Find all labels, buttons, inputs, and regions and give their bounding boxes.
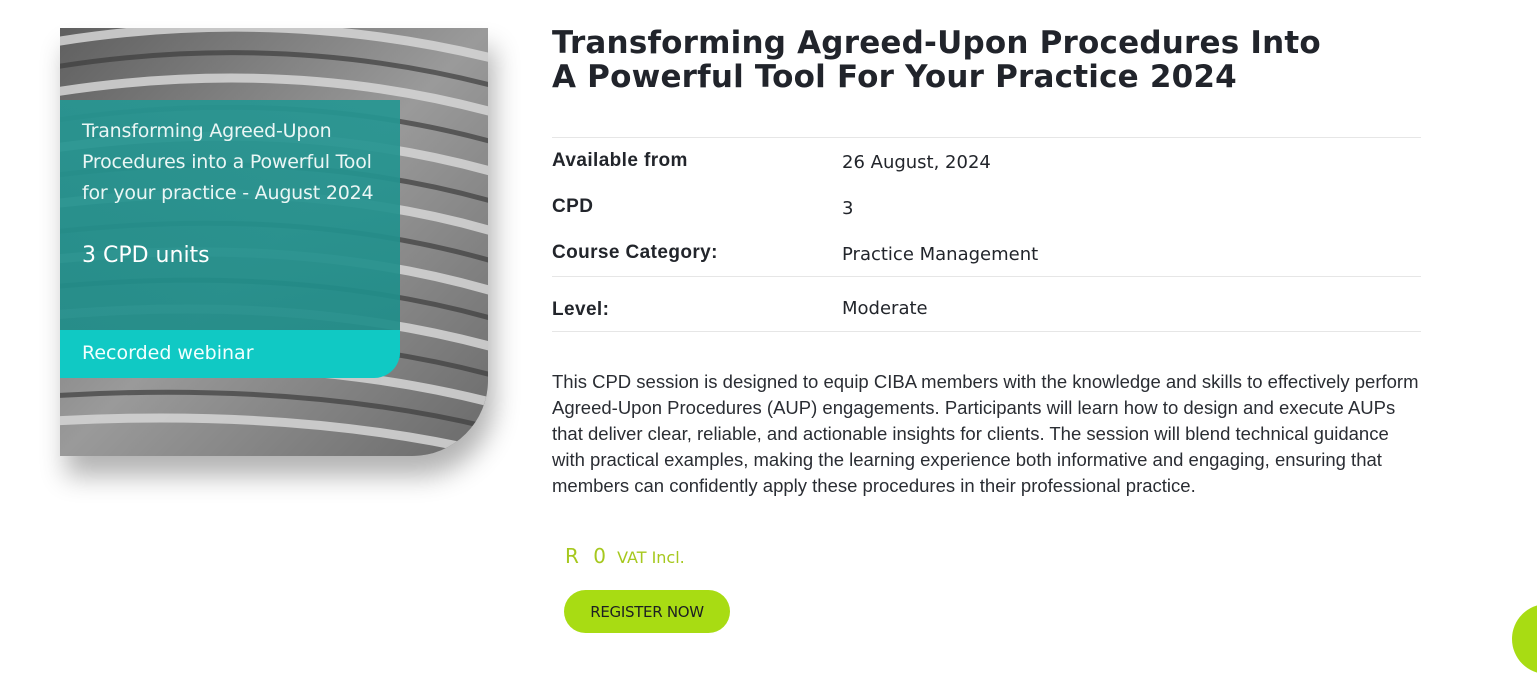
course-price: R 0 VAT Incl. [565, 544, 685, 568]
detail-row-cpd: CPD 3 [552, 184, 1421, 230]
card-format-band: Recorded webinar [60, 330, 400, 378]
detail-label: CPD [552, 196, 594, 217]
detail-row-available-from: Available from 26 August, 2024 [552, 138, 1421, 184]
register-now-button[interactable]: REGISTER NOW [564, 590, 730, 633]
course-card-overlay: Transforming Agreed-Upon Procedures into… [60, 100, 400, 358]
price-vat-note: VAT Incl. [617, 548, 685, 567]
floating-action-button[interactable] [1512, 604, 1537, 674]
detail-label: Available from [552, 150, 688, 171]
divider [552, 331, 1421, 332]
course-image: Transforming Agreed-Upon Procedures into… [60, 28, 488, 456]
detail-value: Practice Management [842, 244, 1039, 265]
price-amount: R 0 [565, 544, 610, 568]
course-details: Available from 26 August, 2024 CPD 3 Cou… [552, 137, 1421, 332]
course-title: Transforming Agreed-Upon Procedures Into… [552, 25, 1321, 95]
card-format-label: Recorded webinar [82, 342, 254, 364]
detail-value: Moderate [842, 298, 928, 319]
detail-value: 3 [842, 198, 854, 219]
detail-value: 26 August, 2024 [842, 152, 991, 173]
detail-label: Level: [552, 299, 610, 320]
card-title: Transforming Agreed-Upon Procedures into… [82, 120, 374, 204]
detail-row-level: Level: Moderate [552, 277, 1421, 331]
detail-row-category: Course Category: Practice Management [552, 230, 1421, 276]
course-description: This CPD session is designed to equip CI… [552, 371, 1419, 496]
detail-label: Course Category: [552, 242, 718, 263]
card-cpd-units: 3 CPD units [82, 243, 210, 268]
